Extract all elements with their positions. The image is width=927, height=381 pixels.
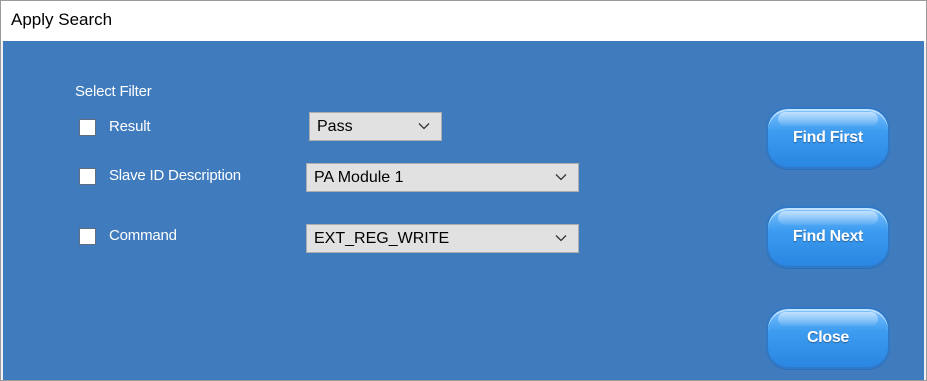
close-label: Close bbox=[806, 329, 850, 346]
chevron-down-icon bbox=[418, 123, 430, 130]
slave-id-description-label: Slave ID Description bbox=[109, 167, 241, 184]
result-dropdown[interactable]: Pass bbox=[309, 112, 442, 141]
chevron-down-icon bbox=[555, 235, 567, 242]
command-dropdown-value: EXT_REG_WRITE bbox=[314, 230, 450, 247]
result-dropdown-value: Pass bbox=[317, 118, 353, 135]
slave-id-description-checkbox[interactable] bbox=[79, 168, 96, 185]
result-checkbox[interactable] bbox=[79, 119, 96, 136]
find-first-label: Find First bbox=[793, 129, 863, 146]
search-panel: Select Filter Result Pass Slave ID Descr… bbox=[1, 41, 926, 380]
window-title: Apply Search bbox=[11, 10, 113, 29]
slave-id-description-dropdown-value: PA Module 1 bbox=[314, 169, 404, 186]
close-button[interactable]: Close bbox=[766, 307, 890, 369]
command-dropdown[interactable]: EXT_REG_WRITE bbox=[306, 224, 579, 253]
apply-search-dialog: Apply Search Select Filter Result Pass S… bbox=[0, 0, 927, 381]
result-label: Result bbox=[109, 118, 151, 135]
find-first-button[interactable]: Find First bbox=[766, 107, 890, 169]
title-bar[interactable]: Apply Search bbox=[1, 1, 926, 39]
select-filter-heading: Select Filter bbox=[75, 83, 152, 100]
slave-id-description-dropdown[interactable]: PA Module 1 bbox=[306, 163, 579, 192]
chevron-down-icon bbox=[555, 174, 567, 181]
command-checkbox[interactable] bbox=[79, 228, 96, 245]
command-label: Command bbox=[109, 227, 177, 244]
find-next-label: Find Next bbox=[792, 228, 864, 245]
find-next-button[interactable]: Find Next bbox=[766, 206, 890, 268]
